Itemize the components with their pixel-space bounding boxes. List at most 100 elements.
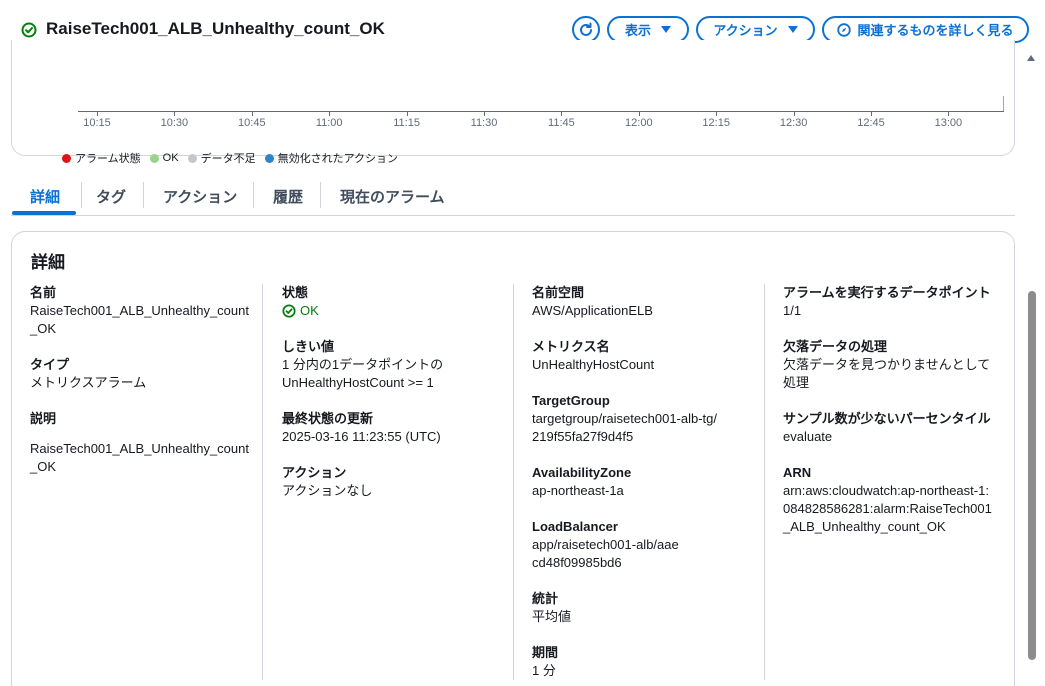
x-axis-tick [406, 111, 408, 116]
x-axis-tick [329, 111, 331, 116]
field-value: アクションなし [282, 483, 373, 498]
check-circle-icon [282, 304, 296, 318]
field-period: 期間 1 分 [532, 644, 752, 680]
x-axis-tick-label: 10:45 [238, 117, 266, 129]
field-value: 平均値 [532, 609, 572, 624]
details-card: 詳細 名前 RaiseTech001_ALB_Unhealthy_count_O… [11, 231, 1015, 686]
x-axis-tick [561, 111, 563, 116]
legend-item-alarm[interactable]: アラーム状態 [62, 150, 141, 166]
field-label: 名前空間 [532, 285, 585, 300]
x-axis-tick-label: 11:15 [393, 117, 420, 129]
caret-down-icon [787, 26, 798, 33]
chart-axis-end [1003, 96, 1004, 112]
field-value: targetgroup/raisetech001-alb-tg/219f55fa… [532, 411, 718, 444]
x-axis-tick [716, 111, 718, 116]
field-description: 説明 RaiseTech001_ALB_Unhealthy_count_OK [30, 410, 250, 476]
x-axis-tick-label: 11:00 [315, 117, 343, 129]
field-target-group: TargetGroup targetgroup/raisetech001-alb… [532, 392, 722, 446]
tab-divider [320, 182, 321, 208]
x-axis-tick-label: 11:30 [470, 117, 498, 129]
field-value: RaiseTech001_ALB_Unhealthy_count_OK [30, 303, 249, 336]
view-dropdown-button[interactable]: 表示 [607, 16, 689, 43]
refresh-icon [580, 22, 592, 36]
field-label: 名前 [30, 285, 57, 300]
explore-related-button[interactable]: 関連するものを詳しく見る [822, 16, 1029, 43]
legend-item-ok[interactable]: OK [149, 150, 179, 166]
x-axis-tick-label: 12:00 [625, 117, 653, 129]
legend-marker [187, 153, 197, 163]
field-label: 期間 [532, 645, 559, 660]
state-value: OK [300, 303, 319, 318]
field-value: evaluate [783, 429, 833, 444]
field-action: アクション アクションなし [282, 464, 502, 500]
field-availability-zone: AvailabilityZone ap-northeast-1a [532, 464, 752, 500]
tab-current-alarms[interactable]: 現在のアラーム [340, 186, 445, 207]
field-statistic: 統計 平均値 [532, 590, 752, 626]
scrollbar-thumb[interactable] [1028, 291, 1036, 660]
field-label: メトリクス名 [532, 339, 610, 354]
field-label: サンプル数が少ないパーセンタイル [783, 411, 991, 426]
field-label: TargetGroup [532, 393, 610, 408]
x-axis-tick [251, 111, 253, 116]
column-divider [764, 284, 765, 680]
field-value: メトリクスアラーム [30, 375, 147, 390]
tab-details[interactable]: 詳細 [30, 186, 60, 207]
x-axis-tick-label: 13:00 [934, 117, 963, 129]
field-label: 統計 [532, 591, 559, 606]
field-label: 状態 [282, 285, 309, 300]
field-value: 2025-03-16 11:23:55 (UTC) [282, 429, 441, 444]
field-value: UnHealthyHostCount [532, 357, 655, 372]
field-value: 1 分 [532, 663, 556, 678]
field-namespace: 名前空間 AWS/ApplicationELB [532, 284, 752, 320]
field-threshold: しきい値 1 分内の1データポイントの UnHealthyHostCount >… [282, 338, 482, 392]
compass-icon [837, 22, 852, 37]
field-label: LoadBalancer [532, 519, 618, 534]
x-axis-tick-label: 10:30 [160, 117, 189, 129]
field-load-balancer: LoadBalancer app/raisetech001-alb/aaecd4… [532, 518, 682, 572]
legend-label: アラーム状態 [75, 153, 141, 165]
tab-history[interactable]: 履歴 [273, 186, 303, 207]
active-tab-indicator [12, 211, 76, 215]
tab-actions[interactable]: アクション [163, 186, 237, 207]
column-divider [262, 284, 263, 680]
field-missing-data: 欠落データの処理 欠落データを見つかりませんとして処理 [783, 338, 993, 392]
field-label: AvailabilityZone [532, 465, 632, 480]
tab-divider [143, 182, 144, 208]
x-axis-tick [948, 111, 950, 116]
field-label: しきい値 [282, 339, 335, 354]
view-dropdown-label: 表示 [624, 23, 651, 38]
details-heading: 詳細 [31, 253, 65, 272]
legend-item-disabled-actions[interactable]: 無効化されたアクション [264, 150, 399, 166]
field-label: タイプ [30, 357, 70, 372]
x-axis-tick [638, 111, 640, 116]
field-type: タイプ メトリクスアラーム [30, 356, 250, 392]
field-name: 名前 RaiseTech001_ALB_Unhealthy_count_OK [30, 284, 250, 338]
explore-related-label: 関連するものを詳しく見る [857, 23, 1014, 38]
tab-tags[interactable]: タグ [96, 186, 126, 207]
legend-label: OK [162, 152, 179, 164]
actions-dropdown-button[interactable]: アクション [696, 16, 815, 43]
alarm-title: RaiseTech001_ALB_Unhealthy_count_OK [46, 19, 385, 38]
field-state: 状態 OK [282, 284, 502, 320]
legend-marker [149, 153, 159, 163]
check-circle-icon [21, 22, 37, 38]
field-arn: ARN arn:aws:cloudwatch:ap-northeast-1:08… [783, 464, 995, 536]
legend-label: 無効化されたアクション [277, 153, 399, 165]
actions-dropdown-label: アクション [713, 23, 778, 38]
field-label: 最終状態の更新 [282, 411, 374, 426]
legend-item-insufficient[interactable]: データ不足 [187, 150, 256, 166]
chart-legend: アラーム状態 OK データ不足 無効化されたアクション [62, 150, 398, 166]
x-axis-tick [793, 111, 795, 116]
x-axis-tick-label: 12:45 [857, 117, 885, 129]
scroll-up-arrow-icon[interactable] [1027, 55, 1035, 61]
legend-marker [264, 153, 274, 163]
tab-divider [81, 182, 82, 208]
field-value: 欠落データを見つかりませんとして処理 [783, 357, 991, 390]
x-axis-tick [484, 111, 485, 116]
field-percentile: サンプル数が少ないパーセンタイル evaluate [783, 410, 1003, 446]
field-label: ARN [783, 465, 812, 480]
refresh-button[interactable] [572, 16, 600, 43]
state-ok-badge: OK [282, 302, 502, 320]
tab-divider [253, 182, 254, 208]
field-value: 1/1 [783, 303, 802, 318]
